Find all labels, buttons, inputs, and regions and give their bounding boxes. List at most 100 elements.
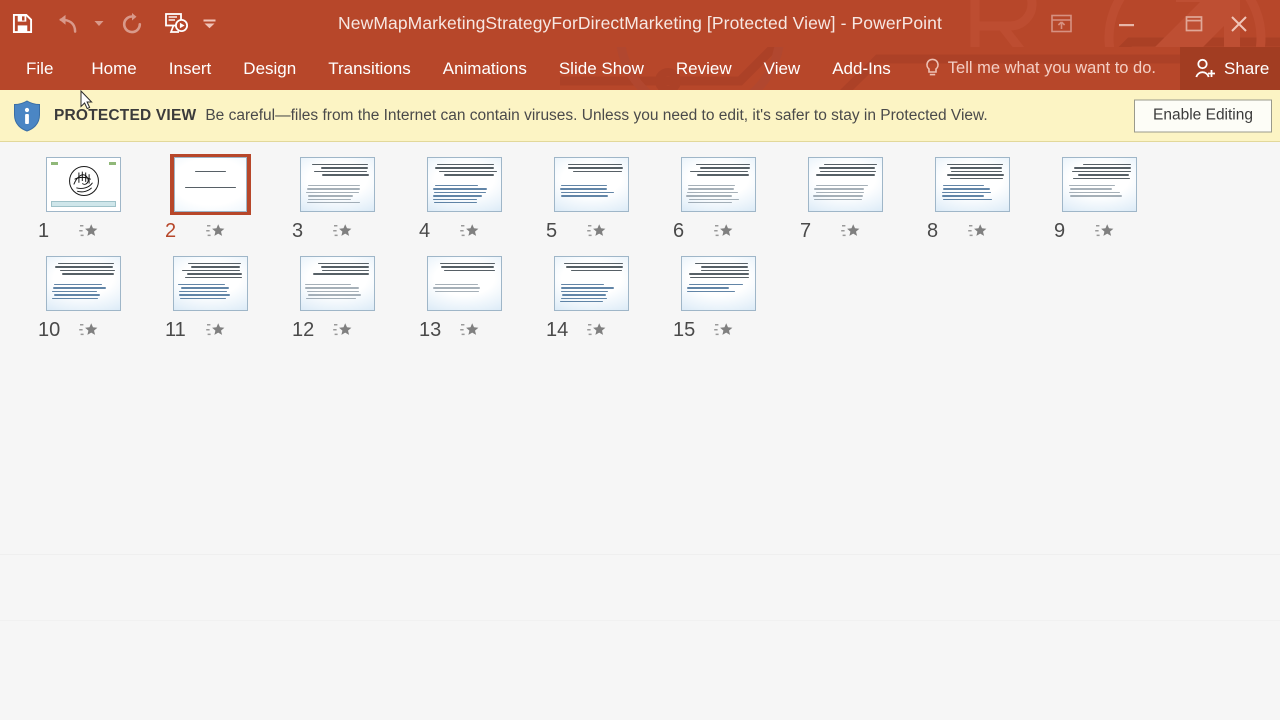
share-button[interactable]: Share (1180, 47, 1280, 90)
slide-thumbnail[interactable] (424, 154, 505, 215)
slide-thumbnail[interactable] (678, 154, 759, 215)
star-icon (714, 323, 733, 336)
slide-thumbnail-cell[interactable]: 10 (20, 253, 147, 340)
slide-thumbnail[interactable] (297, 253, 378, 314)
tab-view[interactable]: View (748, 47, 817, 90)
protected-view-message: Be careful—files from the Internet can c… (205, 106, 988, 124)
restore-button[interactable] (1160, 8, 1228, 40)
slide-meta: 5 (528, 215, 655, 241)
tab-slide-show[interactable]: Slide Show (543, 47, 660, 90)
slide-meta: 8 (909, 215, 1036, 241)
slide-transition-star-icon[interactable] (205, 321, 229, 339)
tell-me-search[interactable]: Tell me what you want to do. (925, 47, 1166, 90)
slide-thumbnail[interactable] (932, 154, 1013, 215)
calligraphy-image (68, 166, 99, 197)
slide-preview (427, 256, 502, 311)
ribbon-tab-bar: File Home Insert Design Transitions Anim… (0, 47, 1280, 90)
slide-number: 13 (419, 319, 442, 341)
slide-thumbnail[interactable] (43, 253, 124, 314)
slide-transition-star-icon[interactable] (205, 222, 229, 240)
slide-thumbnail-cell[interactable]: 7 (782, 154, 909, 241)
slide-transition-star-icon[interactable] (78, 321, 102, 339)
slide-transition-star-icon[interactable] (713, 321, 737, 339)
tab-file[interactable]: File (0, 47, 75, 90)
slide-thumbnail[interactable] (43, 154, 124, 215)
slide-thumbnail-cell[interactable]: 15 (655, 253, 782, 340)
slide-thumbnail[interactable] (297, 154, 378, 215)
slide-grid: 1 2 3 4 5 6 7 8 9 10 11 12 13 14 15 (0, 142, 1280, 352)
workspace-divider-secondary (0, 620, 1280, 621)
star-icon (333, 323, 352, 336)
slide-preview (174, 157, 247, 212)
undo-icon (58, 14, 76, 33)
slide-thumbnail-cell[interactable]: 3 (274, 154, 401, 241)
slide-thumbnail-cell[interactable]: 2 (147, 154, 274, 241)
undo-dropdown-button[interactable] (88, 0, 110, 47)
slide-thumbnail[interactable] (170, 253, 251, 314)
slide-thumbnail[interactable] (805, 154, 886, 215)
slide-transition-star-icon[interactable] (332, 222, 356, 240)
slide-preview (427, 157, 502, 212)
tab-transitions[interactable]: Transitions (312, 47, 427, 90)
slide-thumbnail-cell[interactable]: 13 (401, 253, 528, 340)
minimize-button[interactable] (1092, 8, 1160, 40)
slide-thumbnail-cell[interactable]: 11 (147, 253, 274, 340)
slide-transition-star-icon[interactable] (1094, 222, 1118, 240)
start-from-beginning-button[interactable] (154, 0, 198, 47)
save-button[interactable] (0, 0, 44, 47)
slide-thumbnail-cell[interactable]: 9 (1036, 154, 1163, 241)
slide-transition-star-icon[interactable] (586, 222, 610, 240)
redo-icon (122, 12, 142, 33)
slide-meta: 4 (401, 215, 528, 241)
star-icon (841, 224, 860, 237)
tell-me-placeholder: Tell me what you want to do. (947, 59, 1156, 77)
slide-thumbnail-selected[interactable] (170, 154, 251, 215)
close-button[interactable] (1228, 8, 1280, 40)
slide-number: 10 (38, 319, 61, 341)
slide-sorter-workspace[interactable]: 1 2 3 4 5 6 7 8 9 10 11 12 13 14 15 (0, 90, 1280, 720)
slide-transition-star-icon[interactable] (332, 321, 356, 339)
enable-editing-button[interactable]: Enable Editing (1134, 99, 1272, 132)
slide-transition-star-icon[interactable] (967, 222, 991, 240)
slide-thumbnail-cell[interactable]: 6 (655, 154, 782, 241)
info-shield-icon (14, 99, 40, 132)
redo-button[interactable] (110, 0, 154, 47)
slide-thumbnail-cell[interactable]: 8 (909, 154, 1036, 241)
tab-insert[interactable]: Insert (153, 47, 228, 90)
slide-thumbnail-cell[interactable]: 14 (528, 253, 655, 340)
slide-thumbnail[interactable] (424, 253, 505, 314)
tab-design[interactable]: Design (227, 47, 312, 90)
slide-thumbnail-cell[interactable]: 4 (401, 154, 528, 241)
window-controls (1030, 0, 1280, 47)
tab-review[interactable]: Review (660, 47, 748, 90)
star-icon (460, 323, 479, 336)
start-slideshow-icon (164, 12, 188, 33)
star-icon (1095, 224, 1114, 237)
undo-button[interactable] (44, 0, 88, 47)
slide-preview (46, 256, 121, 311)
slide-thumbnail[interactable] (1059, 154, 1140, 215)
slide-transition-star-icon[interactable] (840, 222, 864, 240)
slide-thumbnail-cell[interactable]: 12 (274, 253, 401, 340)
maximize-icon (1185, 15, 1203, 31)
tab-add-ins[interactable]: Add-Ins (816, 47, 907, 90)
slide-thumbnail[interactable] (551, 154, 632, 215)
slide-thumbnail[interactable] (551, 253, 632, 314)
slide-transition-star-icon[interactable] (713, 222, 737, 240)
slide-thumbnail-cell[interactable]: 5 (528, 154, 655, 241)
tab-home[interactable]: Home (75, 47, 152, 90)
slide-number: 11 (165, 319, 186, 341)
slide-transition-star-icon[interactable] (78, 222, 102, 240)
slide-thumbnail[interactable] (678, 253, 759, 314)
lightbulb-icon (926, 58, 939, 76)
customize-quick-access-toolbar-button[interactable] (198, 0, 220, 47)
ribbon-display-options-button[interactable] (1030, 8, 1092, 40)
slide-thumbnail-cell[interactable]: 1 (20, 154, 147, 241)
slide-transition-star-icon[interactable] (459, 222, 483, 240)
slide-transition-star-icon[interactable] (459, 321, 483, 339)
tab-animations[interactable]: Animations (427, 47, 543, 90)
slide-footer-bar (51, 201, 116, 207)
slide-meta: 3 (274, 215, 401, 241)
slide-meta: 6 (655, 215, 782, 241)
slide-transition-star-icon[interactable] (586, 321, 610, 339)
